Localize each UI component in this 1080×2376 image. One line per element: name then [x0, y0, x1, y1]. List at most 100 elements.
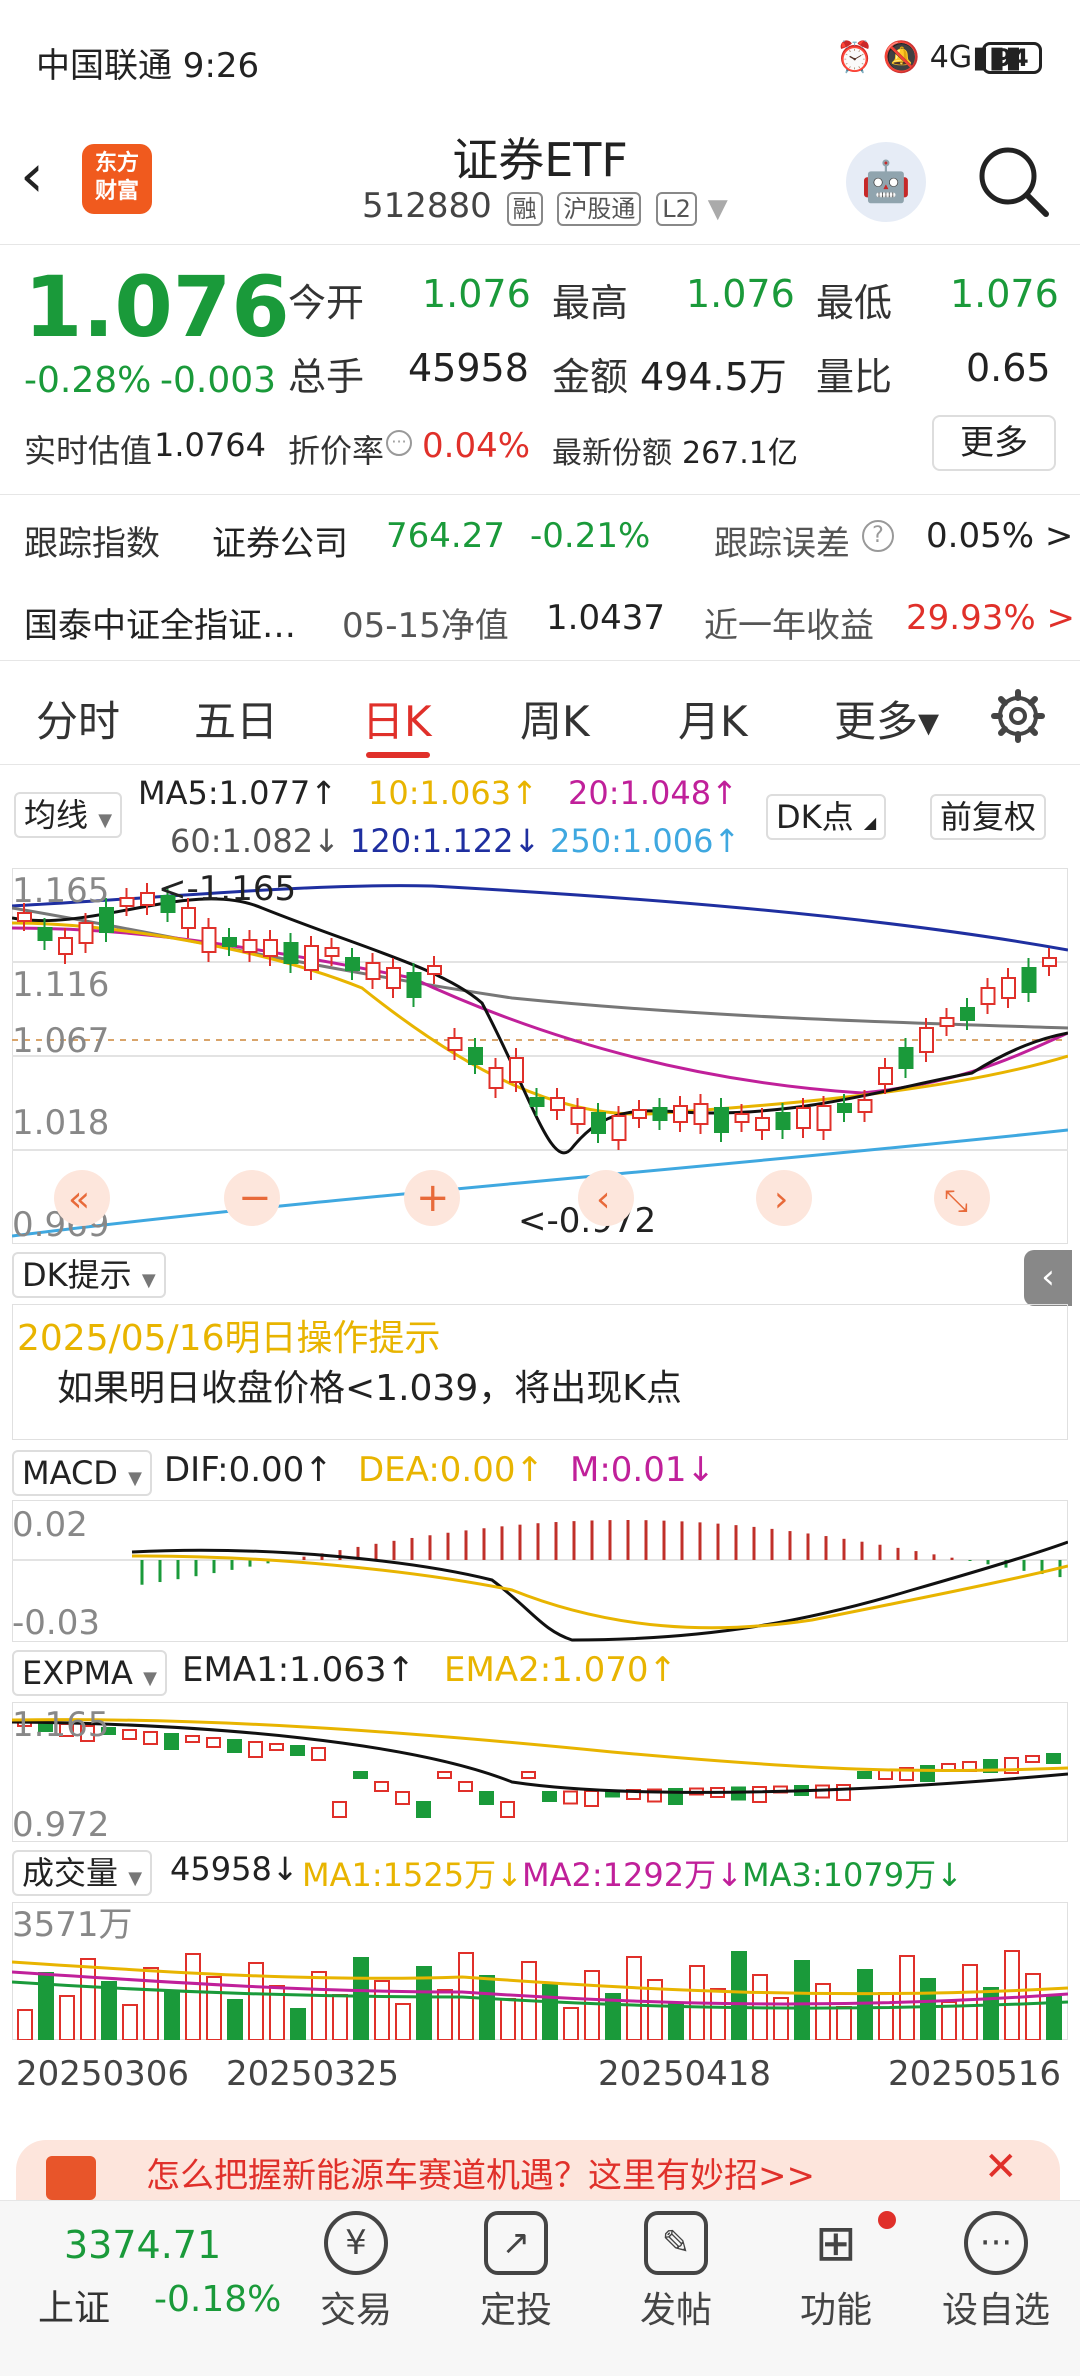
volume-bar: [962, 1964, 978, 2040]
volume-bar: [290, 2008, 306, 2040]
active-tab-indicator: [366, 752, 430, 758]
tracking-error-label: 跟踪误差: [714, 524, 850, 564]
fund-name[interactable]: 国泰中证全指证…: [24, 598, 296, 647]
candle: [488, 1067, 504, 1089]
scroll-back-icon[interactable]: ‹: [596, 1179, 610, 1220]
candle: [693, 1103, 709, 1125]
volume-chart[interactable]: 3571万: [12, 1902, 1068, 2040]
volume-bar: [479, 1975, 495, 2040]
x-axis-date: 20250306: [16, 2054, 190, 2094]
macd-chart[interactable]: 0.02 -0.03: [12, 1500, 1068, 1642]
badge-margin: 融: [506, 192, 543, 226]
candle: [919, 1027, 934, 1053]
volume-bar: [332, 1994, 348, 2040]
zoom-in-icon[interactable]: +: [416, 1175, 450, 1221]
more-button[interactable]: 更多: [932, 415, 1056, 471]
tab-monthly-k[interactable]: 月K: [678, 688, 748, 749]
scroll-forward-icon[interactable]: ›: [774, 1179, 788, 1220]
tab-five-day[interactable]: 五日: [194, 688, 278, 749]
volume-bar: [101, 1981, 117, 2040]
nav-add-watchlist[interactable]: ··· 设自选: [936, 2211, 1056, 2333]
scroll-left-icon[interactable]: «: [68, 1179, 90, 1220]
volume-bar: [500, 1998, 516, 2040]
tracking-index-name[interactable]: 证券公司: [212, 516, 348, 565]
yield-value[interactable]: 29.93% >: [906, 598, 1075, 638]
kline-chart[interactable]: 1.165 1.116 1.067 1.018 0.969 <-1.165 <-…: [12, 868, 1068, 1244]
expma-select[interactable]: EXPMA ▼: [12, 1650, 167, 1696]
close-icon[interactable]: ✕: [984, 2144, 1018, 2190]
promo-banner[interactable]: 怎么把握新能源车赛道机遇？这里有妙招>> ✕: [16, 2140, 1060, 2200]
candle: [755, 1117, 770, 1131]
candle: [332, 1801, 347, 1818]
y-axis-label: 1.018: [12, 1103, 109, 1143]
tab-intraday[interactable]: 分时: [36, 688, 120, 749]
volume-select[interactable]: 成交量 ▼: [12, 1850, 153, 1896]
candle: [714, 1107, 729, 1133]
volume-bar: [1004, 1950, 1020, 2040]
candle: [201, 927, 217, 953]
candle: [395, 1791, 410, 1805]
help-icon[interactable]: ?: [862, 520, 894, 552]
candle: [479, 1791, 494, 1805]
settings-gear-icon[interactable]: [990, 688, 1046, 744]
sh-index-value[interactable]: 3374.71: [64, 2223, 221, 2267]
candle: [242, 939, 258, 953]
candle: [796, 1107, 811, 1129]
candle: [857, 1099, 873, 1113]
candle: [248, 1741, 263, 1758]
candle: [437, 1771, 452, 1779]
candle: [283, 942, 299, 964]
volume-ratio-value: 0.65: [966, 346, 1051, 390]
security-code-row[interactable]: 512880 融 沪股通 L2 ▼: [362, 186, 728, 226]
ma20-label: 20:1.048↑: [568, 774, 738, 812]
candle: [416, 1801, 431, 1818]
security-code: 512880: [362, 186, 492, 226]
robot-assistant-icon[interactable]: 🤖: [846, 142, 926, 222]
candle: [181, 907, 196, 929]
macd-select[interactable]: MACD ▼: [12, 1450, 152, 1496]
volume-bar: [563, 2007, 579, 2040]
candle: [324, 947, 340, 957]
tracking-error-value[interactable]: 0.05% >: [926, 516, 1073, 556]
volume-bar: [878, 1992, 894, 2040]
y-axis-label: 3571万: [12, 1905, 133, 1945]
sh-index-change[interactable]: -0.18%: [154, 2279, 281, 2320]
amount-label: 金额: [552, 355, 629, 399]
candle: [458, 1781, 473, 1792]
open-label: 今开: [288, 281, 365, 325]
carrier-time: 中国联通 9:26: [36, 46, 260, 86]
search-icon[interactable]: [976, 144, 1050, 218]
volume-bar: [143, 1967, 159, 2040]
tab-weekly-k[interactable]: 周K: [520, 688, 590, 749]
sh-index-name[interactable]: 上证: [38, 2279, 110, 2331]
dk-point-select[interactable]: DK点 ◢: [766, 794, 887, 840]
info-dots-icon[interactable]: ···: [386, 430, 412, 456]
volume-ma2: MA2:1292万↓: [522, 1856, 743, 1894]
shares-value: 267.1亿: [682, 436, 798, 471]
expma-chart[interactable]: 1.165 0.972: [12, 1702, 1068, 1842]
candle: [509, 1057, 524, 1083]
zoom-out-icon[interactable]: −: [238, 1175, 272, 1221]
notification-dot: [878, 2211, 896, 2229]
chevron-down-icon: ▼: [707, 194, 728, 224]
tab-more[interactable]: 更多▾: [834, 688, 939, 749]
high-label: 最高: [552, 281, 629, 325]
nav-trade[interactable]: ¥ 交易: [296, 2211, 416, 2333]
ma60-label: 60:1.082↓: [170, 822, 340, 860]
volume-bar: [353, 1957, 369, 2040]
nav-fixed-invest[interactable]: ↗ 定投: [456, 2211, 576, 2333]
tab-daily-k[interactable]: 日K: [362, 688, 432, 749]
nav-functions[interactable]: ⊞ 功能: [776, 2211, 896, 2333]
nav-post[interactable]: ✎ 发帖: [616, 2211, 736, 2333]
badge-level2: L2: [656, 192, 697, 226]
fullscreen-icon[interactable]: ⤡: [944, 1184, 968, 1219]
dk-tip-select[interactable]: DK提示 ▼: [12, 1252, 166, 1298]
tracking-index-label: 跟踪指数: [24, 524, 160, 564]
adjust-button[interactable]: 前复权: [930, 794, 1047, 840]
candle: [119, 897, 135, 907]
candle: [185, 1735, 200, 1743]
candle: [752, 1786, 767, 1803]
volume-bar: [311, 1971, 327, 2040]
collapse-panel-icon[interactable]: ‹: [1024, 1250, 1072, 1306]
indicator-select[interactable]: 均线 ▼: [14, 792, 123, 838]
